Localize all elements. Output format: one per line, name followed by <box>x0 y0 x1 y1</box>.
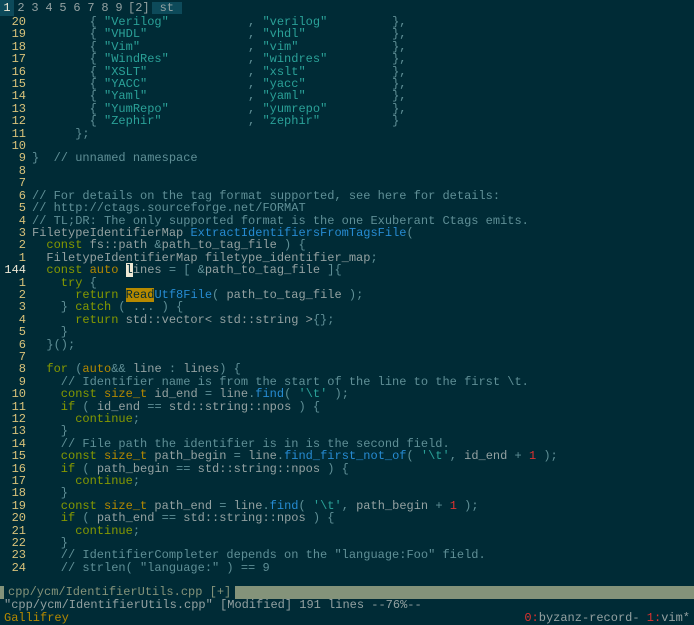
code-line[interactable]: 4 return std::vector< std::string >{}; <box>0 314 694 326</box>
code-line[interactable]: 11 }; <box>0 128 694 140</box>
status-line: "cpp/ycm/IdentifierUtils.cpp" [Modified]… <box>0 599 694 612</box>
workspace-7[interactable]: 7 <box>84 0 98 16</box>
workspace-6[interactable]: 6 <box>70 0 84 16</box>
code-line[interactable]: 24 // strlen( "language:" ) == 9 <box>0 562 694 574</box>
workspace-5[interactable]: 5 <box>56 0 70 16</box>
workspace-8[interactable]: 8 <box>98 0 112 16</box>
code-line[interactable]: 9} // unnamed namespace <box>0 152 694 164</box>
code-line[interactable]: 21 continue; <box>0 525 694 537</box>
workspace-3[interactable]: 3 <box>28 0 42 16</box>
workspace-bar: 1 2 3 4 5 6 7 8 9 [2] st <box>0 0 694 16</box>
line-number: 5 <box>0 202 32 214</box>
tabline-file[interactable]: cpp/ycm/IdentifierUtils.cpp [+] <box>4 586 235 598</box>
workspace-4[interactable]: 4 <box>42 0 56 16</box>
line-number: 3 <box>0 227 32 239</box>
line-number: 23 <box>0 549 32 561</box>
line-number: 4 <box>0 215 32 227</box>
line-number: 4 <box>0 314 32 326</box>
line-number: 2 <box>0 239 32 251</box>
tmux-windows: 0:byzanz-record- 1:vim* <box>524 612 690 624</box>
code-line[interactable]: 5 } <box>0 326 694 338</box>
line-number: 10 <box>0 140 32 152</box>
code-content: return std::vector< std::string >{}; <box>32 314 334 326</box>
code-line[interactable]: 6 }(); <box>0 339 694 351</box>
line-number: 19 <box>0 28 32 40</box>
line-number: 1 <box>0 277 32 289</box>
code-content: } // unnamed namespace <box>32 152 198 164</box>
line-number: 18 <box>0 487 32 499</box>
line-number: 9 <box>0 152 32 164</box>
workspace-9[interactable]: 9 <box>112 0 126 16</box>
code-line[interactable]: 17 continue; <box>0 475 694 487</box>
code-line[interactable]: 12 continue; <box>0 413 694 425</box>
workspace-layout-indicator: [2] <box>126 0 152 16</box>
line-number: 14 <box>0 90 32 102</box>
line-number: 24 <box>0 562 32 574</box>
line-number: 144 <box>0 264 32 276</box>
code-line[interactable]: 8 <box>0 165 694 177</box>
code-line[interactable]: 12 { "Zephir" , "zephir" } <box>0 115 694 127</box>
line-number: 8 <box>0 165 32 177</box>
code-content: }(); <box>32 339 75 351</box>
tabline[interactable]: cpp/ycm/IdentifierUtils.cpp [+] <box>0 586 694 599</box>
line-number: 10 <box>0 388 32 400</box>
editor-viewport[interactable]: 20 { "Verilog" , "verilog" },19 { "VHDL"… <box>0 16 694 586</box>
tmux-host: Gallifrey <box>4 612 69 624</box>
line-number: 15 <box>0 450 32 462</box>
code-content: // strlen( "language:" ) == 9 <box>32 562 270 574</box>
line-number: 17 <box>0 53 32 65</box>
line-number: 7 <box>0 351 32 363</box>
line-number: 8 <box>0 363 32 375</box>
line-number: 12 <box>0 115 32 127</box>
line-number: 3 <box>0 301 32 313</box>
line-number: 20 <box>0 512 32 524</box>
tmux-status-line: Gallifrey 0:byzanz-record- 1:vim* <box>0 612 694 625</box>
code-content: }; <box>32 128 90 140</box>
workspace-1[interactable]: 1 <box>0 0 14 16</box>
window-title: st <box>152 2 182 14</box>
line-number: 6 <box>0 190 32 202</box>
line-number: 13 <box>0 425 32 437</box>
line-number: 2 <box>0 289 32 301</box>
code-line[interactable]: 144 const auto lines = [ &path_to_tag_fi… <box>0 264 694 276</box>
line-number: 5 <box>0 326 32 338</box>
line-number: 7 <box>0 177 32 189</box>
line-number: 6 <box>0 339 32 351</box>
workspace-2[interactable]: 2 <box>14 0 28 16</box>
